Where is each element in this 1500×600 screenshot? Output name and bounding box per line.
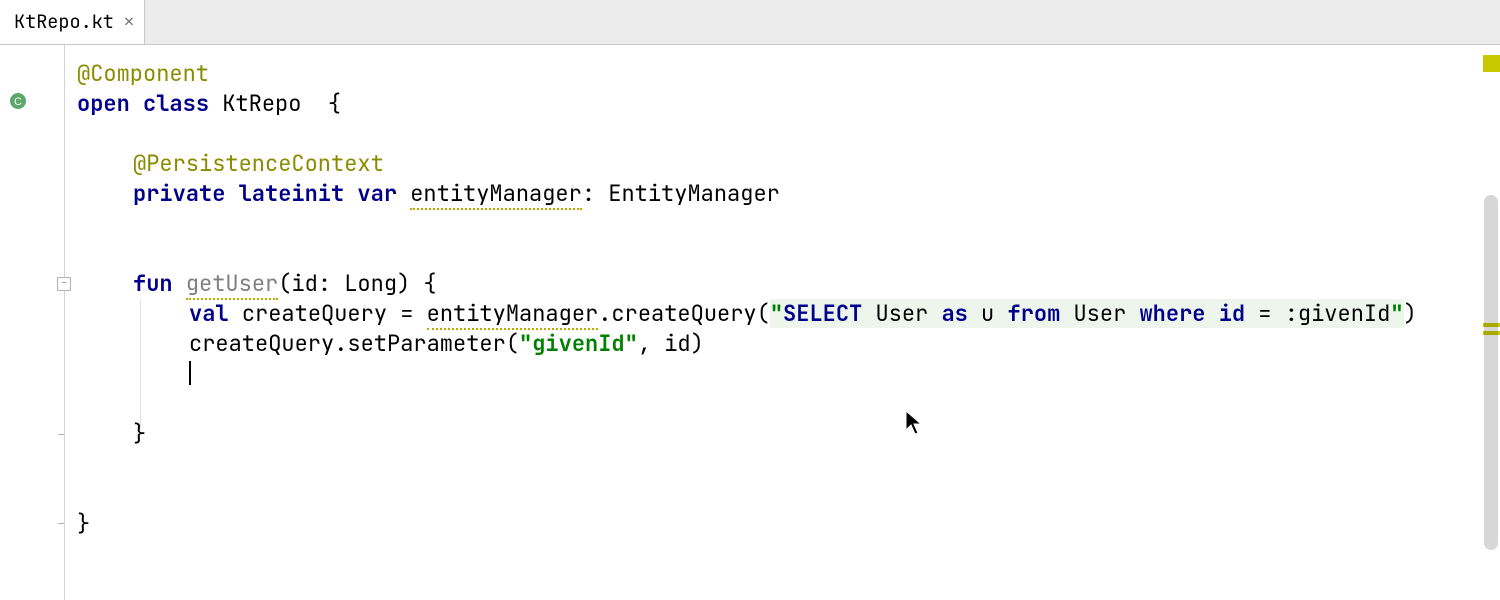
params: (id: Long) { <box>278 269 436 298</box>
colon: : <box>582 179 608 208</box>
sql-keyword: id <box>1219 299 1245 328</box>
tab-bar: KtRepo.kt ✕ <box>0 0 1500 45</box>
sql-text: = :givenId <box>1245 299 1390 328</box>
overview-ruler[interactable] <box>1482 45 1500 600</box>
sql-keyword: as <box>941 299 967 328</box>
svg-text:C: C <box>14 96 22 108</box>
editor-area[interactable]: C @Component open class KtRepo { @Persis… <box>0 45 1500 600</box>
code: createQuery.setParameter( <box>189 329 519 358</box>
keyword-lateinit: lateinit <box>239 179 345 208</box>
analysis-status-icon[interactable] <box>1483 55 1500 72</box>
sql-text <box>1206 299 1219 328</box>
keyword-private: private <box>133 179 225 208</box>
brace: } <box>77 509 90 538</box>
kotlin-class-icon: C <box>8 91 28 111</box>
keyword-var: var <box>357 179 397 208</box>
class-name: KtRepo <box>222 89 301 118</box>
keyword-class: class <box>143 89 209 118</box>
sql-text: User <box>1060 299 1139 328</box>
code: , id) <box>638 329 704 358</box>
text-caret <box>189 361 191 385</box>
local-var: createQuery <box>242 299 387 328</box>
brace: { <box>328 89 341 118</box>
field-entityManager: entityManager <box>410 179 582 210</box>
editor-window: KtRepo.kt ✕ C @Component open class KtRe… <box>0 0 1500 600</box>
scrollbar-track[interactable] <box>1484 195 1498 550</box>
code-editor[interactable]: @Component open class KtRepo { @Persiste… <box>65 45 1482 600</box>
keyword-open: open <box>77 89 130 118</box>
keyword-fun: fun <box>133 269 173 298</box>
sql-keyword: where <box>1139 299 1205 328</box>
scrollbar-thumb[interactable] <box>1484 195 1498 550</box>
sql-keyword: from <box>1007 299 1060 328</box>
string: "givenId" <box>519 329 638 358</box>
close-icon[interactable]: ✕ <box>124 14 134 31</box>
brace: } <box>133 419 146 448</box>
sql-text: u <box>968 299 1008 328</box>
ref-entityManager: entityManager <box>427 299 599 330</box>
gutter: C <box>0 45 65 600</box>
keyword-val: val <box>189 299 229 328</box>
string-quote: " <box>770 299 783 328</box>
equals: = <box>387 299 427 328</box>
tab-ktrepo[interactable]: KtRepo.kt ✕ <box>0 0 145 44</box>
function-name: getUser <box>186 269 278 300</box>
annotation: @PersistenceContext <box>133 149 384 178</box>
close-paren: ) <box>1404 299 1417 328</box>
sql-text: User <box>862 299 941 328</box>
type-name: EntityManager <box>608 179 780 208</box>
string-quote: " <box>1390 299 1403 328</box>
annotation: @Component <box>77 59 209 88</box>
sql-keyword: SELECT <box>783 299 862 328</box>
method-call: .createQuery( <box>598 299 770 328</box>
tab-filename-label: KtRepo.kt <box>14 7 114 37</box>
